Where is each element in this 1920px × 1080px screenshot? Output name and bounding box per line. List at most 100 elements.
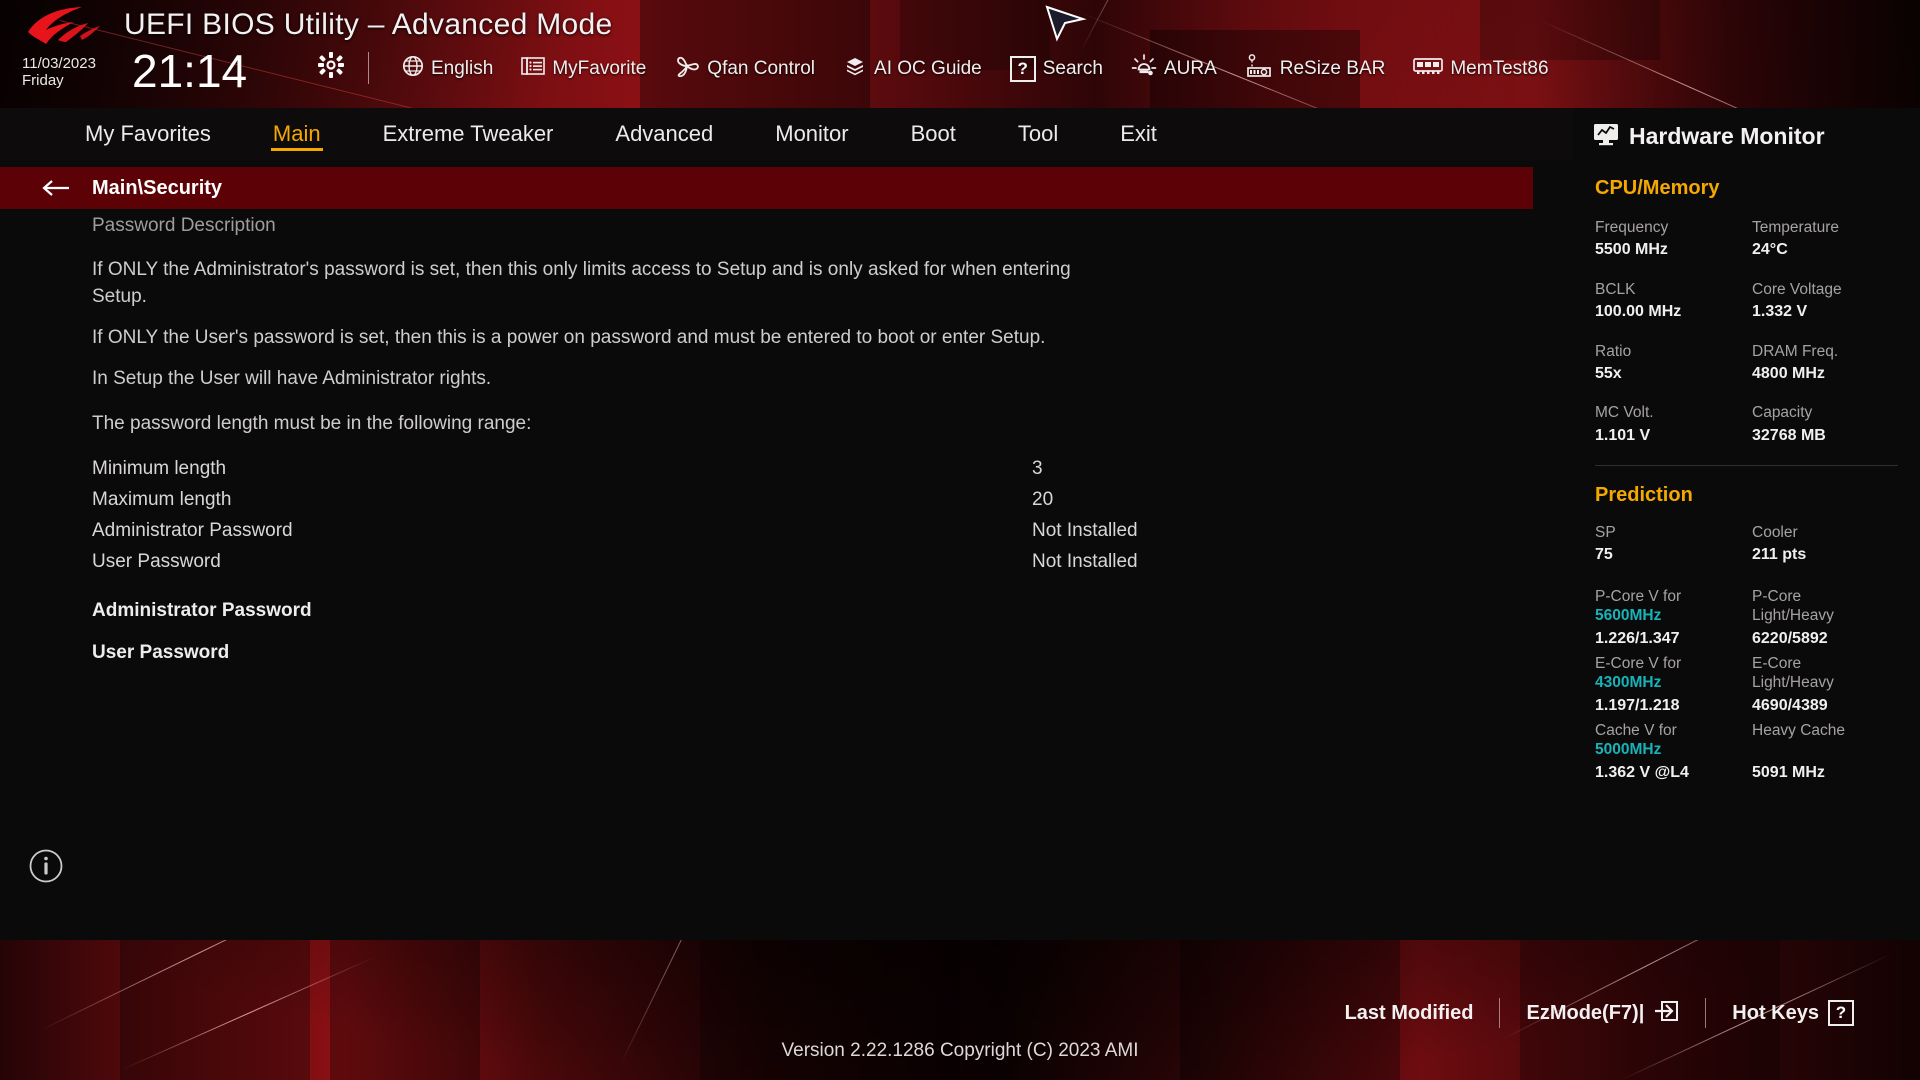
tab-boot[interactable]: Boot	[880, 108, 987, 160]
gear-icon[interactable]	[318, 52, 344, 78]
readout-value: 100.00 MHz	[1595, 303, 1682, 321]
aura-label: AURA	[1163, 57, 1217, 79]
last-modified-button[interactable]: Last Modified	[1319, 1002, 1500, 1025]
readout-key: P-Core V for	[1595, 587, 1682, 605]
globe-icon	[402, 55, 424, 82]
page-title: UEFI BIOS Utility – Advanced Mode	[124, 8, 613, 41]
last-modified-label: Last Modified	[1344, 1001, 1474, 1024]
tab-my-favorites[interactable]: My Favorites	[54, 108, 242, 160]
rog-logo-icon	[24, 6, 102, 48]
tab-label: Tool	[1017, 121, 1059, 146]
action-user-password[interactable]: User Password	[0, 632, 1573, 674]
tab-label: Exit	[1120, 121, 1157, 146]
main-nav-tabbar: My Favorites Main Extreme Tweaker Advanc…	[0, 108, 1573, 160]
header-divider	[368, 52, 369, 84]
readout-value: 5091 MHz	[1752, 764, 1825, 782]
cpu-memory-readouts: Frequency 5500 MHz Temperature 24°C BCLK…	[1573, 200, 1920, 447]
myfavorite-button[interactable]: MyFavorite	[507, 56, 660, 81]
tab-extreme-tweaker[interactable]: Extreme Tweaker	[352, 108, 585, 160]
exit-arrow-icon	[1653, 999, 1679, 1028]
language-button[interactable]: English	[388, 55, 507, 82]
monitor-graph-icon	[1593, 122, 1619, 151]
question-box-icon: ?	[1828, 1000, 1854, 1026]
readout-key: Cooler	[1752, 524, 1798, 542]
info-icon[interactable]	[28, 848, 64, 884]
clock-value: 21:14	[132, 45, 248, 97]
setting-label: User Password	[92, 551, 221, 573]
setting-row-maximum-length: Maximum length 20	[0, 485, 1573, 516]
ai-chip-icon	[843, 55, 867, 82]
light-bulb-icon	[1131, 54, 1157, 83]
hot-keys-button[interactable]: Hot Keys ?	[1706, 1000, 1880, 1026]
password-paragraph-3: In Setup the User will have Administrato…	[92, 367, 492, 389]
readout-pair: Ratio 55x DRAM Freq. 4800 MHz	[1595, 342, 1920, 386]
readout-value: 55x	[1595, 364, 1622, 382]
resize-bar-button[interactable]: ReSize BAR	[1231, 54, 1400, 83]
version-text: Version 2.22.1286 Copyright (C) 2023 AMI	[781, 1040, 1139, 1061]
ezmode-label: EzMode(F7)|	[1526, 1001, 1645, 1024]
hardware-monitor-title: Hardware Monitor	[1629, 123, 1825, 149]
prediction-block-e-core: E-Core V for 4300MHz 1.197/1.218 E-Core …	[1595, 654, 1920, 717]
back-arrow-icon[interactable]	[40, 178, 70, 198]
readout-value: 1.226/1.347	[1595, 629, 1680, 647]
fan-icon	[674, 55, 700, 82]
ezmode-button[interactable]: EzMode(F7)|	[1500, 999, 1705, 1028]
setting-label: Administrator Password	[92, 520, 293, 542]
tab-exit[interactable]: Exit	[1089, 108, 1188, 160]
tab-advanced[interactable]: Advanced	[584, 108, 744, 160]
tab-label: Advanced	[615, 121, 714, 146]
readout-value: 4800 MHz	[1752, 364, 1825, 382]
tab-label: Main	[272, 121, 321, 146]
tab-main[interactable]: Main	[242, 108, 352, 160]
readout-value: 4690/4389	[1752, 696, 1828, 714]
readout-key: Cache V for	[1595, 722, 1677, 740]
hot-keys-label: Hot Keys	[1732, 1001, 1819, 1024]
myfavorite-label: MyFavorite	[552, 57, 647, 79]
readout-value: 75	[1595, 546, 1613, 564]
gpu-card-icon	[1245, 54, 1273, 83]
ai-oc-guide-button[interactable]: AI OC Guide	[829, 55, 996, 82]
action-label: Administrator Password	[92, 599, 312, 621]
readout-core-voltage: Core Voltage 1.332 V	[1752, 280, 1909, 324]
action-label: User Password	[92, 641, 230, 663]
setting-value: Not Installed	[1032, 551, 1138, 573]
readout-pair: MC Volt. 1.101 V Capacity 32768 MB	[1595, 403, 1920, 447]
breadcrumb-path: Main\Security	[92, 176, 223, 199]
section-cpu-memory-title: CPU/Memory	[1595, 177, 1720, 199]
readout-value: 1.197/1.218	[1595, 696, 1680, 714]
footer-bar: Last Modified EzMode(F7)| Hot Keys ?	[0, 990, 1920, 1036]
readout-key: Heavy Cache	[1752, 722, 1846, 740]
readout-value: 24°C	[1752, 241, 1788, 259]
readout-value: 1.101 V	[1595, 426, 1651, 444]
weekday-value: Friday	[22, 71, 64, 89]
readout-value: 1.362 V @L4	[1595, 763, 1689, 781]
search-button[interactable]: ? Search	[996, 55, 1117, 82]
prediction-block-p-core: P-Core V for 5600MHz 1.226/1.347 P-Core …	[1595, 587, 1920, 650]
readout-key: DRAM Freq.	[1752, 342, 1839, 360]
hardware-monitor-header: Hardware Monitor	[1573, 122, 1920, 151]
qfan-control-label: Qfan Control	[707, 57, 816, 79]
readout-key: BCLK	[1595, 280, 1636, 298]
readout-key: Temperature	[1752, 219, 1840, 236]
readout-key-highlight: 4300MHz	[1595, 674, 1662, 692]
aura-button[interactable]: AURA	[1117, 54, 1231, 83]
readout-capacity: Capacity 32768 MB	[1752, 403, 1909, 447]
readout-key: E-Core	[1752, 654, 1802, 672]
readout-pair: Frequency 5500 MHz Temperature 24°C	[1595, 218, 1920, 262]
readout-value: 1.332 V	[1752, 303, 1808, 321]
readout-key-2: Light/Heavy	[1752, 607, 1834, 625]
password-paragraph-2: If ONLY the User's password is set, then…	[92, 326, 1046, 348]
readout-value: 5500 MHz	[1595, 241, 1668, 259]
readout-value: 211 pts	[1752, 546, 1807, 564]
memtest86-button[interactable]: MemTest86	[1399, 56, 1562, 81]
section-prediction-title: Prediction	[1595, 484, 1693, 507]
setting-label: Minimum length	[92, 458, 227, 480]
readout-ratio: Ratio 55x	[1595, 342, 1752, 386]
action-administrator-password[interactable]: Administrator Password	[0, 590, 1573, 632]
readout-bclk: BCLK 100.00 MHz	[1595, 280, 1752, 324]
date-value: 11/03/2023	[22, 55, 96, 72]
prediction-block-cache: Cache V for 5000MHz 1.362 V @L4 Heavy Ca…	[1595, 721, 1920, 785]
qfan-control-button[interactable]: Qfan Control	[660, 55, 829, 82]
tab-monitor[interactable]: Monitor	[744, 108, 879, 160]
tab-tool[interactable]: Tool	[987, 108, 1089, 160]
